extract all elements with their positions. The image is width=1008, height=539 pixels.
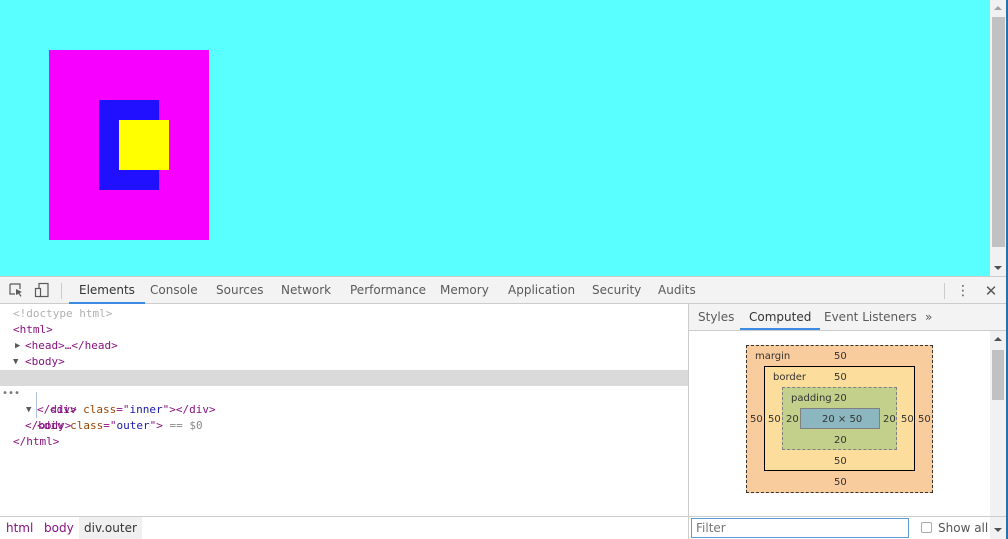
scroll-down-icon[interactable] (994, 266, 1002, 270)
tree-node-head[interactable]: ▶ <head>…</head> (0, 338, 688, 354)
tree-node-html-close[interactable]: </html> (0, 434, 688, 450)
body-close-tag: </body> (25, 419, 72, 432)
padding-left-value[interactable]: 20 (786, 414, 799, 425)
margin-left-value[interactable]: 50 (750, 414, 763, 425)
tree-node-div-inner[interactable]: <div class="inner"></div> (0, 386, 688, 416)
breadcrumb-body[interactable]: body (39, 517, 79, 539)
sidebar-scrollbar-bottom[interactable] (990, 517, 1006, 539)
border-left-value[interactable]: 50 (768, 414, 781, 425)
breadcrumb-html[interactable]: html (1, 517, 38, 539)
padding-bottom-value[interactable]: 20 (834, 435, 847, 446)
tree-guide-line (36, 392, 37, 418)
kebab-menu-icon[interactable]: ⋮ (956, 281, 970, 301)
tab-performance[interactable]: Performance (340, 277, 436, 304)
tree-node-div-close[interactable]: </div> (0, 402, 688, 418)
tree-node-div-outer[interactable]: ••• ▼ <div class="outer"> == $0 (0, 370, 688, 432)
head-tag: <head>…</head> (25, 339, 118, 352)
tab-event-listeners[interactable]: Event Listeners (815, 304, 926, 330)
scroll-up-icon[interactable] (994, 6, 1002, 10)
tab-sources[interactable]: Sources (206, 277, 273, 304)
border-right-value[interactable]: 50 (901, 414, 914, 425)
elements-tree: <!doctype html> <html> ▶ <head>…</head> ▼… (0, 304, 688, 516)
padding-right-value[interactable]: 20 (883, 414, 896, 425)
html-close-tag: </html> (13, 435, 60, 448)
breadcrumb-div-outer[interactable]: div.outer (79, 517, 142, 539)
margin-label: margin (755, 351, 791, 362)
doctype-text: <!doctype html> (13, 307, 113, 320)
body-open-tag: <body> (25, 355, 65, 368)
tab-memory[interactable]: Memory (430, 277, 499, 304)
border-label: border (773, 372, 807, 383)
margin-bottom-value[interactable]: 50 (834, 477, 847, 488)
content-size-value[interactable]: 20 × 50 (822, 414, 862, 425)
breadcrumb: html body div.outer (0, 516, 688, 539)
html-open-tag: <html> (13, 323, 53, 336)
tab-security[interactable]: Security (582, 277, 651, 304)
margin-top-value[interactable]: 50 (834, 351, 847, 362)
tree-node-doctype[interactable]: <!doctype html> (0, 306, 688, 322)
scroll-up-icon[interactable] (994, 337, 1002, 341)
toolbar-divider (61, 283, 62, 299)
border-bottom-value[interactable]: 50 (834, 456, 847, 467)
scroll-down-icon[interactable] (994, 528, 1002, 532)
show-all-label[interactable]: Show all (938, 519, 988, 537)
tab-computed[interactable]: Computed (740, 304, 821, 330)
inspect-element-icon[interactable] (8, 282, 24, 298)
tab-network[interactable]: Network (271, 277, 341, 304)
padding-top-value[interactable]: 20 (834, 393, 847, 404)
border-top-value[interactable]: 50 (834, 372, 847, 383)
tab-console[interactable]: Console (140, 277, 208, 304)
sidebar-scrollbar[interactable] (990, 331, 1006, 516)
toolbar-divider-right (944, 283, 945, 299)
scrollbar-thumb[interactable] (992, 17, 1005, 247)
devtools-toolbar: Elements Console Sources Network Perform… (0, 276, 1006, 304)
inner-div-content[interactable] (119, 120, 169, 170)
tab-application[interactable]: Application (498, 277, 585, 304)
tab-styles[interactable]: Styles (689, 304, 743, 330)
collapse-triangle-icon[interactable]: ▼ (13, 354, 18, 370)
margin-right-value[interactable]: 50 (918, 414, 931, 425)
tree-node-html[interactable]: <html> (0, 322, 688, 338)
padding-label: padding (791, 393, 832, 404)
div-close-tag: </div> (37, 403, 77, 416)
sidebar-tabs: Styles Computed Event Listeners » (689, 304, 990, 331)
computed-filter-bar: Show all (689, 516, 1006, 539)
sidebar-tabs-spacer (990, 304, 1006, 331)
filter-input[interactable] (691, 518, 909, 538)
page-scrollbar[interactable] (990, 0, 1007, 276)
close-icon[interactable]: ✕ (983, 281, 999, 301)
tree-node-body[interactable]: ▼ <body> (0, 354, 688, 370)
more-tabs-icon[interactable]: » (916, 304, 941, 330)
expand-triangle-icon[interactable]: ▶ (15, 338, 20, 354)
tree-node-body-close[interactable]: </body> (0, 418, 688, 434)
tab-audits[interactable]: Audits (648, 277, 706, 304)
tab-elements[interactable]: Elements (69, 277, 145, 304)
device-toggle-icon[interactable] (34, 282, 50, 298)
show-all-checkbox[interactable] (921, 522, 932, 533)
scrollbar-thumb[interactable] (992, 350, 1004, 400)
